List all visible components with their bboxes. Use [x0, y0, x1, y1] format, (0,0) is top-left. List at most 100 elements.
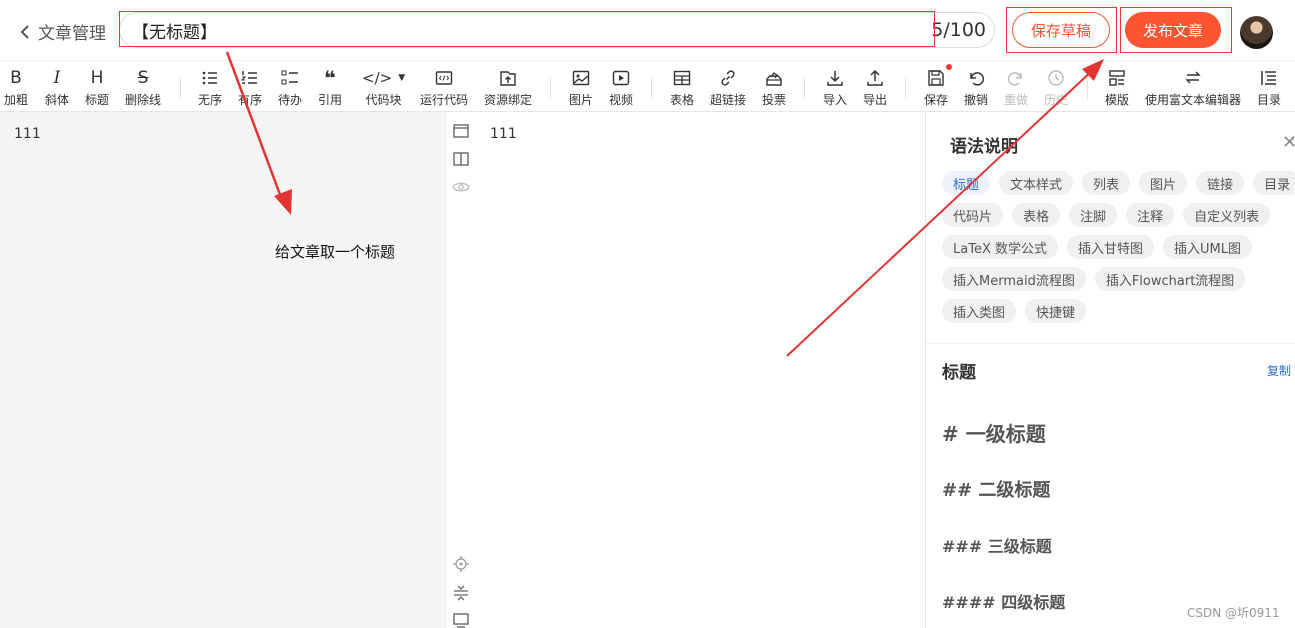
- preview-pane: 111: [475, 112, 925, 628]
- annotation-text: 给文章取一个标题: [275, 243, 396, 261]
- editor-only-icon[interactable]: [452, 122, 470, 140]
- history-button[interactable]: 历史: [1044, 67, 1068, 108]
- run-code-icon: [435, 67, 453, 89]
- toolbar-divider: [651, 77, 652, 99]
- strikethrough-icon: S: [137, 68, 149, 88]
- toolbar-divider: [804, 77, 805, 99]
- redo-icon: [1007, 67, 1025, 89]
- chip-latex[interactable]: LaTeX 数学公式: [942, 235, 1058, 259]
- chip-link[interactable]: 链接: [1196, 171, 1245, 195]
- todo-list-icon: [281, 67, 299, 89]
- template-button[interactable]: 模版: [1105, 67, 1129, 108]
- chip-image[interactable]: 图片: [1139, 171, 1188, 195]
- quote-button[interactable]: ❝ 引用: [318, 66, 342, 108]
- video-button[interactable]: 视频: [609, 67, 633, 108]
- sync-scroll-icon[interactable]: [452, 555, 470, 573]
- chip-flowchart[interactable]: 插入Flowchart流程图: [1094, 267, 1246, 291]
- save-button[interactable]: 保存: [924, 67, 948, 108]
- vote-button[interactable]: 投票: [762, 67, 786, 108]
- back-to-article-management[interactable]: 文章管理: [18, 19, 106, 44]
- chip-code[interactable]: 代码片: [942, 203, 1004, 227]
- bold-button[interactable]: B 加粗: [4, 67, 28, 108]
- heading-example-h1: # 一级标题: [942, 422, 1046, 446]
- ordered-list-icon: [241, 67, 259, 89]
- upload-box-icon: [499, 67, 517, 89]
- video-icon: [612, 67, 630, 89]
- export-button[interactable]: 导出: [863, 67, 887, 108]
- watermark: CSDN @圻0911: [1187, 606, 1280, 620]
- save-icon: [927, 67, 945, 89]
- hyperlink-button[interactable]: 超链接: [710, 67, 746, 108]
- chip-footnote[interactable]: 注脚: [1069, 203, 1118, 227]
- chip-comment[interactable]: 注释: [1126, 203, 1175, 227]
- chip-text-style[interactable]: 文本样式: [999, 171, 1074, 195]
- heading-button[interactable]: H 标题: [85, 67, 109, 108]
- title-char-count: 5/100: [931, 19, 986, 41]
- chip-toc[interactable]: 目录: [1253, 171, 1295, 195]
- toc-button[interactable]: 目录: [1257, 67, 1281, 108]
- code-icon: </> ▼: [362, 69, 406, 87]
- toc-icon: [1260, 67, 1278, 89]
- italic-icon: I: [53, 68, 61, 88]
- bold-icon: B: [10, 68, 22, 88]
- panel-title: 语法说明: [950, 137, 1018, 157]
- section-title: 标题: [942, 363, 976, 383]
- heading-example-h2: ## 二级标题: [942, 480, 1051, 501]
- chip-shortcuts[interactable]: 快捷键: [1025, 299, 1087, 323]
- table-button[interactable]: 表格: [670, 67, 694, 108]
- preview-content: 111: [490, 126, 517, 142]
- publish-article-button[interactable]: 发布文章: [1125, 12, 1221, 48]
- title-field: 5/100: [119, 12, 995, 48]
- run-code-button[interactable]: 运行代码: [420, 67, 468, 108]
- view-mode-bar: [447, 112, 475, 628]
- italic-button[interactable]: I 斜体: [45, 67, 69, 108]
- split-view-icon[interactable]: [452, 150, 470, 168]
- history-icon: [1047, 67, 1065, 89]
- upload-icon: [866, 67, 884, 89]
- header-bar: 文章管理 5/100 保存草稿 发布文章: [0, 0, 1295, 60]
- close-icon[interactable]: ✕: [1282, 132, 1295, 153]
- chip-class-diagram[interactable]: 插入类图: [942, 299, 1017, 323]
- template-icon: [1108, 67, 1126, 89]
- undo-icon: [967, 67, 985, 89]
- image-icon: [572, 67, 590, 89]
- editor-content[interactable]: 111: [14, 126, 41, 142]
- download-icon: [826, 67, 844, 89]
- back-label: 文章管理: [38, 24, 106, 44]
- copy-link[interactable]: 复制: [1267, 362, 1291, 379]
- preview-eye-icon[interactable]: [452, 178, 470, 196]
- switch-arrows-icon: [1184, 67, 1202, 89]
- link-icon: [719, 67, 737, 89]
- unordered-list-icon: [201, 67, 219, 89]
- chip-list[interactable]: 列表: [1082, 171, 1131, 195]
- toolbar-divider: [905, 77, 906, 99]
- save-draft-button[interactable]: 保存草稿: [1012, 12, 1110, 48]
- redo-button[interactable]: 重做: [1004, 67, 1028, 108]
- unordered-list-button[interactable]: 无序: [198, 67, 222, 108]
- ballot-box-icon: [765, 67, 783, 89]
- chip-table[interactable]: 表格: [1012, 203, 1061, 227]
- image-button[interactable]: 图片: [569, 67, 593, 108]
- panel-divider: [926, 343, 1295, 344]
- fullscreen-icon[interactable]: [452, 584, 470, 602]
- undo-button[interactable]: 撤销: [964, 67, 988, 108]
- markdown-editor[interactable]: 111 给文章取一个标题: [0, 112, 447, 628]
- todo-list-button[interactable]: 待办: [278, 67, 302, 108]
- avatar[interactable]: [1240, 16, 1273, 49]
- import-button[interactable]: 导入: [823, 67, 847, 108]
- rich-text-editor-button[interactable]: 使用富文本编辑器: [1145, 67, 1241, 108]
- chip-gantt[interactable]: 插入甘特图: [1066, 235, 1154, 259]
- chip-custom-list[interactable]: 自定义列表: [1183, 203, 1271, 227]
- chip-heading[interactable]: 标题: [942, 171, 991, 195]
- title-input[interactable]: [132, 13, 932, 47]
- chip-uml[interactable]: 插入UML图: [1163, 235, 1252, 259]
- syntax-help-panel: 语法说明 ✕ 标题 文本样式 列表 图片 链接 目录 代码片 表格 注脚 注释 …: [925, 112, 1295, 628]
- resource-bind-button[interactable]: 资源绑定: [484, 67, 532, 108]
- toolbar-divider: [550, 77, 551, 99]
- quote-icon: ❝: [324, 66, 336, 90]
- ordered-list-button[interactable]: 有序: [238, 67, 262, 108]
- code-block-button[interactable]: </> ▼ 代码块: [362, 67, 405, 108]
- monitor-icon[interactable]: [452, 611, 470, 628]
- chip-mermaid[interactable]: 插入Mermaid流程图: [942, 267, 1086, 291]
- strikethrough-button[interactable]: S 删除线: [125, 67, 161, 108]
